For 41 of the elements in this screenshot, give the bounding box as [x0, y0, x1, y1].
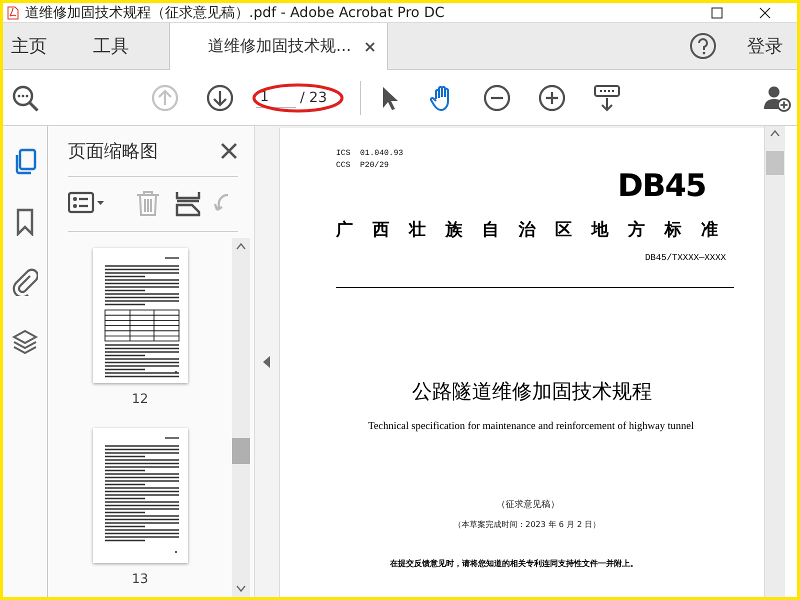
scroll-down-icon[interactable] — [236, 585, 246, 593]
scroll-up-icon[interactable] — [236, 242, 246, 250]
insert-page-icon[interactable] — [174, 190, 202, 218]
search-icon[interactable] — [11, 84, 39, 112]
english-title: Technical specification for maintenance and reinforcement of highway tunnel — [368, 421, 694, 432]
collapse-arrow-icon[interactable] — [263, 356, 271, 368]
zoom-in-icon[interactable] — [538, 84, 566, 112]
classification-code: ICS 01.040.93 — [336, 148, 404, 160]
page-thumbnail[interactable] — [92, 248, 188, 383]
standard-number: DB45/TXXXX—XXXX — [644, 253, 726, 263]
standard-logo: DB45 — [617, 172, 706, 200]
sign-in-button[interactable]: 登录 — [739, 23, 797, 69]
classification-code: CCS P20/29 — [336, 160, 389, 172]
document-tab[interactable]: 道维修加固技术规... — [169, 23, 388, 70]
window-title: 道维修加固技术规程（征求意见稿）.pdf - Adobe Acrobat Pro DC — [25, 4, 445, 22]
panel-title: 页面缩略图 — [68, 140, 158, 163]
close-icon[interactable] — [759, 6, 771, 18]
maximize-icon[interactable] — [711, 6, 723, 18]
zoom-out-icon[interactable] — [483, 84, 511, 112]
add-person-icon[interactable] — [763, 84, 791, 112]
help-icon[interactable] — [689, 32, 717, 60]
scroll-up-icon[interactable] — [770, 129, 780, 137]
layers-icon[interactable] — [12, 328, 38, 356]
pdf-file-icon — [7, 6, 19, 20]
paperclip-icon[interactable] — [12, 268, 38, 296]
scrollbar-thumb[interactable] — [766, 151, 784, 175]
standard-heading: 广西壮族自治区地方标准 — [336, 219, 738, 241]
page-number: 12 — [132, 392, 148, 407]
page-count: / 23 — [300, 90, 327, 106]
document-title: 公路隧道维修加固技术规程 — [412, 378, 652, 405]
nav-tab[interactable]: 主页 — [5, 23, 53, 69]
close-icon[interactable] — [220, 142, 238, 160]
nav-tab[interactable]: 工具 — [87, 23, 135, 69]
completion-date: （本草案完成时间：2023 年 6 月 2 日） — [453, 519, 601, 530]
scrollbar-thumb[interactable] — [232, 438, 250, 464]
page-number: 13 — [132, 572, 148, 587]
keyboard-icon[interactable] — [593, 84, 621, 112]
page-thumbnail[interactable] — [92, 428, 188, 563]
draft-label: （征求意见稿） — [496, 498, 560, 511]
close-icon[interactable] — [365, 42, 376, 52]
feedback-notice: 在提交反馈意见时，请将您知道的相关专利连同支持性文件一并附上。 — [390, 558, 639, 569]
